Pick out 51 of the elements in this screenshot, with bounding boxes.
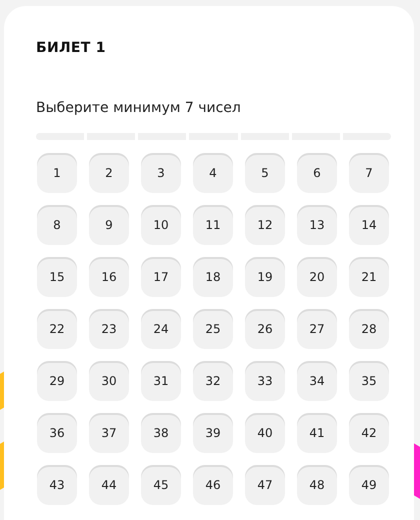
number-button[interactable]: 38: [141, 413, 181, 453]
number-button[interactable]: 22: [37, 309, 77, 349]
number-button[interactable]: 29: [37, 361, 77, 401]
number-button[interactable]: 39: [193, 413, 233, 453]
number-button[interactable]: 25: [193, 309, 233, 349]
number-button[interactable]: 20: [297, 257, 337, 297]
number-button[interactable]: 1: [37, 153, 77, 193]
number-button[interactable]: 26: [245, 309, 285, 349]
number-button[interactable]: 34: [297, 361, 337, 401]
number-button[interactable]: 14: [349, 205, 389, 245]
number-button[interactable]: 3: [141, 153, 181, 193]
number-button[interactable]: 27: [297, 309, 337, 349]
number-button[interactable]: 42: [349, 413, 389, 453]
number-button[interactable]: 7: [349, 153, 389, 193]
number-button[interactable]: 8: [37, 205, 77, 245]
number-button[interactable]: 15: [37, 257, 77, 297]
number-button[interactable]: 40: [245, 413, 285, 453]
number-button[interactable]: 18: [193, 257, 233, 297]
number-button[interactable]: 31: [141, 361, 181, 401]
number-button[interactable]: 45: [141, 465, 181, 505]
number-button[interactable]: 43: [37, 465, 77, 505]
number-button[interactable]: 12: [245, 205, 285, 245]
number-button[interactable]: 37: [89, 413, 129, 453]
number-button[interactable]: 32: [193, 361, 233, 401]
instruction-text: Выберите минимум 7 чисел: [36, 99, 241, 118]
number-button[interactable]: 35: [349, 361, 389, 401]
ticket-title: БИЛЕТ 1: [36, 39, 106, 58]
number-button[interactable]: 24: [141, 309, 181, 349]
number-button[interactable]: 4: [193, 153, 233, 193]
number-button[interactable]: 28: [349, 309, 389, 349]
number-button[interactable]: 16: [89, 257, 129, 297]
number-button[interactable]: 19: [245, 257, 285, 297]
number-button[interactable]: 36: [37, 413, 77, 453]
number-button[interactable]: 48: [297, 465, 337, 505]
number-button[interactable]: 30: [89, 361, 129, 401]
number-button[interactable]: 46: [193, 465, 233, 505]
number-button[interactable]: 41: [297, 413, 337, 453]
number-button[interactable]: 47: [245, 465, 285, 505]
number-button[interactable]: 6: [297, 153, 337, 193]
number-button[interactable]: 5: [245, 153, 285, 193]
number-button[interactable]: 11: [193, 205, 233, 245]
number-button[interactable]: 49: [349, 465, 389, 505]
number-button[interactable]: 9: [89, 205, 129, 245]
number-button[interactable]: 13: [297, 205, 337, 245]
number-button[interactable]: 21: [349, 257, 389, 297]
number-button[interactable]: 23: [89, 309, 129, 349]
number-button[interactable]: 2: [89, 153, 129, 193]
number-button[interactable]: 10: [141, 205, 181, 245]
number-button[interactable]: 44: [89, 465, 129, 505]
number-button[interactable]: 17: [141, 257, 181, 297]
number-button[interactable]: 33: [245, 361, 285, 401]
